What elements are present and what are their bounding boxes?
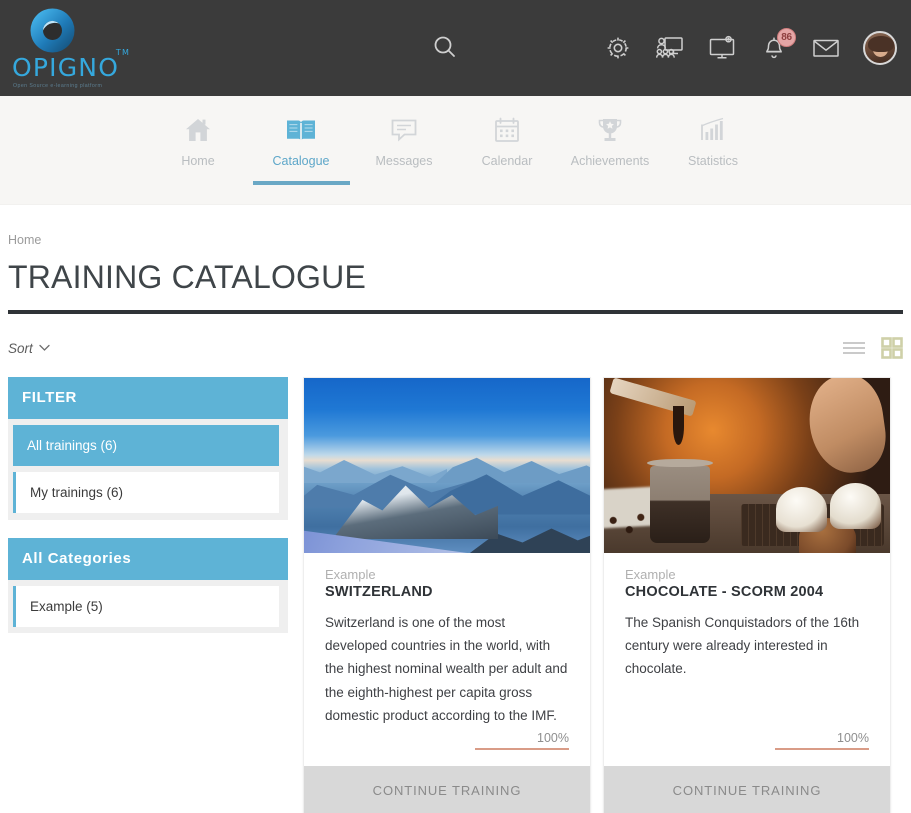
nav-item-messages[interactable]: Messages [353,113,456,185]
search-icon [434,36,455,57]
catalogue-toolbar: Sort [8,335,903,361]
filter-item-example[interactable]: Example (5) [13,586,279,627]
top-header: OPIGNO TM Open Source e-learning platform [0,0,911,96]
training-card-grid: Example SWITZERLAND Switzerland is one o… [303,377,891,813]
logo-wordmark: OPIGNO TM [12,48,131,82]
main-navigation: Home Catalogue Messages Calendar Achieve… [0,96,911,205]
filter-item-all-categories[interactable]: All Categories [8,538,288,580]
nav-item-home[interactable]: Home [147,113,250,185]
nav-label: Home [181,154,215,168]
card-category: Example [325,567,376,582]
view-toggle-group [843,337,903,359]
card-title: SWITZERLAND [325,584,433,600]
nav-label: Catalogue [272,154,330,168]
filter-sidebar: FILTER All trainings (6) My trainings (6… [8,377,288,651]
title-divider [8,310,903,314]
header-icon-bar: 86 [603,0,897,96]
training-card[interactable]: Example SWITZERLAND Switzerland is one o… [303,377,591,813]
breadcrumb[interactable]: Home [8,205,903,247]
opigno-logo-icon [29,7,76,54]
notification-badge: 86 [777,28,796,47]
sort-dropdown[interactable]: Sort [8,341,50,356]
search-button[interactable] [432,34,458,65]
progress-label: 100% [537,731,569,746]
sort-label: Sort [8,340,33,356]
continue-training-button[interactable]: CONTINUE TRAINING [604,766,890,813]
envelope-icon[interactable] [811,33,841,63]
calendar-icon [492,113,522,147]
card-body: Example SWITZERLAND Switzerland is one o… [304,553,590,731]
page-title: TRAINING CATALOGUE [8,259,367,295]
chevron-down-icon [39,344,50,351]
avatar[interactable] [863,31,897,65]
filter-item-my-trainings[interactable]: My trainings (6) [13,472,279,513]
bar-chart-icon [698,113,728,147]
active-tab-underline [252,181,350,185]
speech-bubble-icon [389,113,419,147]
trophy-icon [595,113,625,147]
nav-label: Achievements [570,154,650,168]
nav-label: Messages [375,154,433,168]
progress-track [475,748,569,751]
card-description: Switzerland is one of the most developed… [325,615,568,723]
nav-item-calendar[interactable]: Calendar [456,113,559,185]
logo-tagline: Open Source e-learning platform [13,83,103,89]
progress-fill [475,748,569,751]
card-progress-area: 100% [604,731,890,754]
card-image-chocolate [604,378,890,553]
progress-label: 100% [837,731,869,746]
nav-item-achievements[interactable]: Achievements [559,113,662,185]
gear-icon[interactable] [603,33,633,63]
page-content: Home TRAINING CATALOGUE Sort FILTER All … [0,205,911,813]
card-description: The Spanish Conquistadors of the 16th ce… [625,615,860,677]
grid-view-icon[interactable] [881,337,903,359]
training-card[interactable]: Example CHOCOLATE - SCORM 2004 The Spani… [603,377,891,813]
book-icon [285,113,317,147]
list-view-icon[interactable] [843,340,865,356]
filter-item-all-trainings[interactable]: All trainings (6) [13,425,279,466]
card-progress-area: 100% [304,731,590,754]
training-icon[interactable] [655,33,685,63]
nav-item-catalogue[interactable]: Catalogue [250,113,353,185]
nav-label: Statistics [687,154,738,168]
catalogue-body: FILTER All trainings (6) My trainings (6… [8,377,903,813]
progress-bar: 100% [475,731,569,754]
filter-group-trainings: FILTER All trainings (6) My trainings (6… [8,377,288,520]
progress-fill [775,748,869,751]
nav-label: Calendar [481,154,533,168]
card-title: CHOCOLATE - SCORM 2004 [625,584,824,600]
bell-icon[interactable]: 86 [759,28,796,63]
nav-item-statistics[interactable]: Statistics [662,113,765,185]
logo[interactable]: OPIGNO TM Open Source e-learning platform [0,7,200,89]
progress-track [775,748,869,751]
progress-bar: 100% [775,731,869,754]
screen-icon[interactable] [707,33,737,63]
logo-trademark: TM [115,48,131,57]
filter-group-categories: All Categories Example (5) [8,538,288,633]
home-icon [183,113,213,147]
continue-training-button[interactable]: CONTINUE TRAINING [304,766,590,813]
card-category: Example [625,567,676,582]
filter-title: FILTER [8,377,288,419]
card-body: Example CHOCOLATE - SCORM 2004 The Spani… [604,553,890,731]
card-image-switzerland [304,378,590,553]
